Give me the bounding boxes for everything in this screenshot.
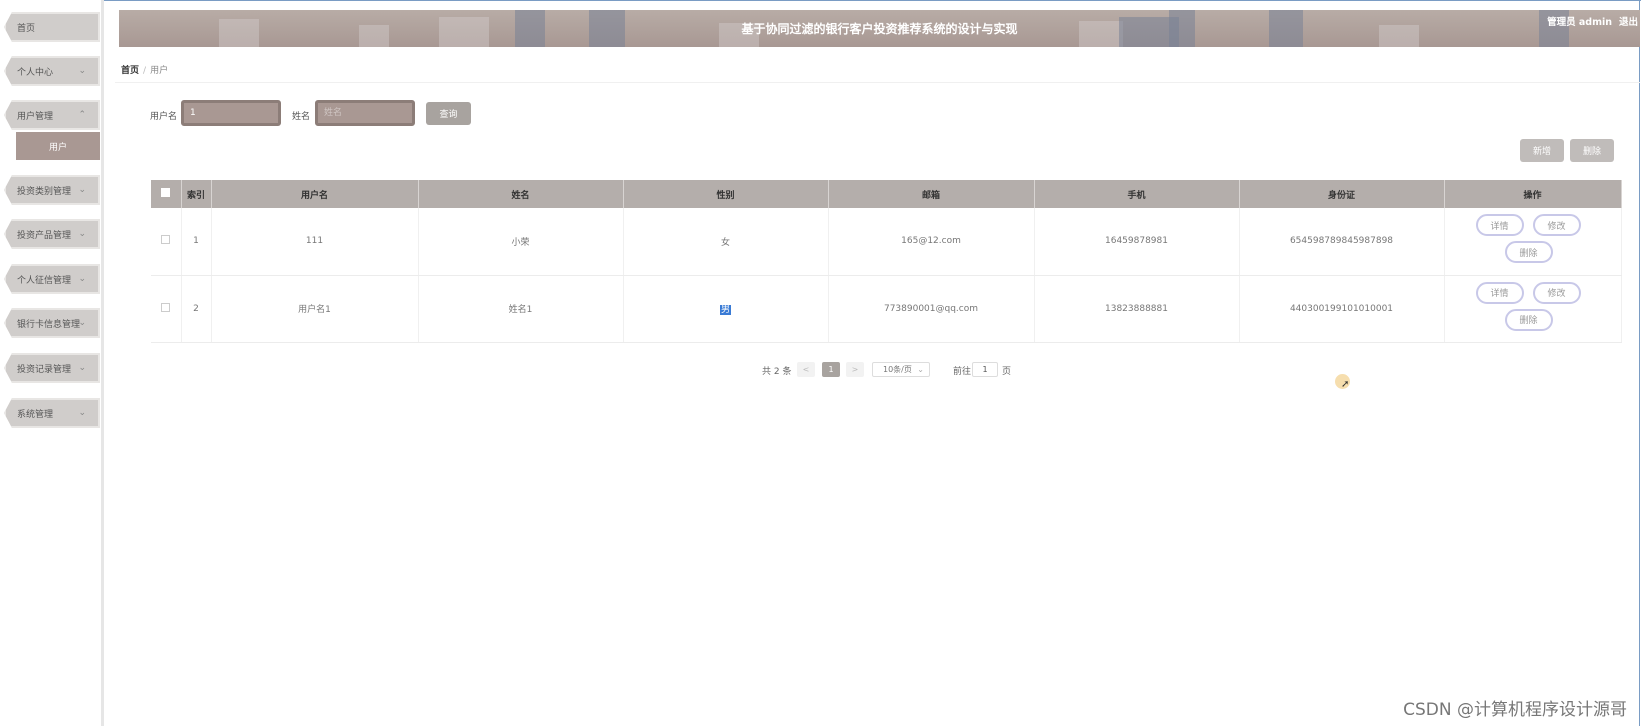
page-suffix: 页 [1002, 367, 1012, 377]
row-delete-button[interactable]: 删除 [1504, 241, 1553, 263]
sidebar-item-system[interactable]: 系统管理 ⌄ [4, 398, 100, 428]
users-table: 索引 用户名 姓名 性别 邮箱 手机 身份证 操作 1 111 小荣 女 165… [151, 180, 1622, 343]
column-header: 性别 [623, 180, 829, 208]
sidebar-item-credit[interactable]: 个人征信管理 ⌄ [4, 264, 100, 294]
watermark: CSDN @计算机程序设计源哥 [1403, 700, 1627, 720]
delete-button[interactable]: 删除 [1570, 139, 1614, 162]
page-size-value: 10条/页 [883, 365, 912, 374]
username-label: 用户名 [150, 112, 178, 122]
window-frame-top [0, 0, 1641, 1]
chevron-up-icon: ⌃ [78, 110, 86, 120]
column-header: 姓名 [418, 180, 624, 208]
sidebar-subitem-users[interactable]: 用户 [16, 132, 100, 160]
detail-button[interactable]: 详情 [1475, 281, 1524, 304]
column-header: 身份证 [1239, 180, 1445, 208]
username-input[interactable] [181, 100, 281, 126]
edit-button[interactable]: 修改 [1532, 214, 1581, 236]
row-checkbox-cell [151, 275, 182, 343]
next-page-button[interactable]: > [846, 362, 864, 377]
cell-email: 773890001@qq.com [828, 275, 1035, 343]
cell-gender: 男 [623, 275, 829, 343]
row-checkbox-cell [151, 208, 182, 276]
row-checkbox[interactable] [161, 302, 171, 312]
sidebar-item-label: 个人征信管理 [17, 275, 72, 286]
sidebar: 首页 个人中心 ⌄ 用户管理 ⌃ 用户 投资类别管理 ⌄ 投资产品管理 ⌄ 个人征信管理… [0, 0, 104, 726]
chevron-down-icon: ⌄ [78, 185, 86, 195]
select-all-checkbox-cell [151, 180, 182, 208]
window-frame-right [1639, 0, 1640, 726]
cell-index: 2 [181, 275, 212, 343]
chevron-down-icon: ⌄ [78, 318, 86, 328]
chevron-down-icon: ⌄ [78, 408, 86, 418]
cell-idcard: 654598789845987898 [1239, 208, 1445, 276]
logout-link[interactable]: 退出 [1619, 14, 1638, 28]
sidebar-item-personal-center[interactable]: 个人中心 ⌄ [4, 56, 100, 86]
sidebar-item-label: 系统管理 [17, 409, 54, 420]
sidebar-item-label: 个人中心 [17, 67, 54, 78]
row-delete-button[interactable]: 删除 [1504, 308, 1553, 331]
chevron-down-icon: ⌄ [78, 274, 86, 284]
prev-page-button[interactable]: < [797, 362, 815, 377]
row-checkbox[interactable] [161, 235, 171, 245]
page-size-select[interactable]: 10条/页 ⌄ [872, 362, 930, 377]
sidebar-item-label: 首页 [17, 23, 36, 34]
sidebar-item-label: 投资记录管理 [17, 364, 72, 375]
sidebar-item-label: 投资产品管理 [17, 230, 72, 241]
select-all-checkbox[interactable] [161, 188, 171, 197]
sidebar-item-investment-product[interactable]: 投资产品管理 ⌄ [4, 219, 100, 249]
sidebar-item-investment-record[interactable]: 投资记录管理 ⌄ [4, 353, 100, 383]
pagination-total: 共 2 条 [762, 367, 792, 377]
column-header: 手机 [1034, 180, 1240, 208]
cell-operations: 详情 修改 删除 [1444, 208, 1622, 276]
table-row: 2 用户名1 姓名1 男 773890001@qq.com 1382388888… [151, 275, 1622, 343]
breadcrumb-home[interactable]: 首页 [121, 66, 139, 76]
divider [115, 82, 1640, 83]
page-number-button[interactable]: 1 [822, 362, 840, 377]
goto-label: 前往 [953, 367, 972, 377]
selected-text: 男 [719, 305, 731, 315]
sidebar-item-bank-card[interactable]: 银行卡信息管理 ⌄ [4, 308, 100, 338]
cell-operations: 详情 修改 删除 [1444, 275, 1622, 343]
add-button[interactable]: 新增 [1520, 139, 1564, 162]
cell-idcard: 440300199101010001 [1239, 275, 1445, 343]
breadcrumb-separator: / [143, 66, 147, 76]
column-header: 操作 [1444, 180, 1622, 208]
header-banner: 基于协同过滤的银行客户投资推荐系统的设计与实现 管理员 admin 退出 [119, 10, 1640, 47]
cell-gender: 女 [623, 208, 829, 276]
current-user: 管理员 admin [1547, 17, 1612, 28]
edit-button[interactable]: 修改 [1532, 281, 1581, 304]
breadcrumb: 首页 / 用户 [121, 63, 168, 76]
sidebar-item-label: 投资类别管理 [17, 186, 72, 197]
chevron-down-icon: ⌄ [917, 365, 924, 374]
sidebar-item-user-management[interactable]: 用户管理 ⌃ [4, 100, 100, 130]
cell-index: 1 [181, 208, 212, 276]
cell-username: 111 [211, 208, 419, 276]
cell-username: 用户名1 [211, 275, 419, 343]
column-header: 邮箱 [828, 180, 1035, 208]
name-input[interactable] [315, 100, 415, 126]
name-label: 姓名 [292, 112, 311, 122]
sidebar-item-label: 银行卡信息管理 [17, 319, 81, 330]
cell-phone: 16459878981 [1034, 208, 1240, 276]
chevron-down-icon: ⌄ [78, 363, 86, 373]
chevron-down-icon: ⌄ [78, 229, 86, 239]
table-row: 1 111 小荣 女 165@12.com 16459878981 654598… [151, 208, 1622, 276]
app-title: 基于协同过滤的银行客户投资推荐系统的设计与实现 [741, 22, 1018, 36]
cell-phone: 13823888881 [1034, 275, 1240, 343]
column-header: 用户名 [211, 180, 419, 208]
goto-page-input[interactable] [972, 362, 998, 377]
detail-button[interactable]: 详情 [1475, 214, 1524, 236]
table-header-row: 索引 用户名 姓名 性别 邮箱 手机 身份证 操作 [151, 180, 1622, 208]
sidebar-item-investment-category[interactable]: 投资类别管理 ⌄ [4, 175, 100, 205]
query-button[interactable]: 查询 [426, 102, 471, 125]
sidebar-item-label: 用户管理 [17, 111, 54, 122]
chevron-down-icon: ⌄ [78, 66, 86, 76]
mouse-cursor-icon: ➚ [1341, 379, 1350, 390]
breadcrumb-current: 用户 [150, 66, 169, 76]
sidebar-item-home[interactable]: 首页 [4, 12, 100, 42]
column-header: 索引 [181, 180, 212, 208]
cell-name: 小荣 [418, 208, 624, 276]
cell-name: 姓名1 [418, 275, 624, 343]
cell-email: 165@12.com [828, 208, 1035, 276]
